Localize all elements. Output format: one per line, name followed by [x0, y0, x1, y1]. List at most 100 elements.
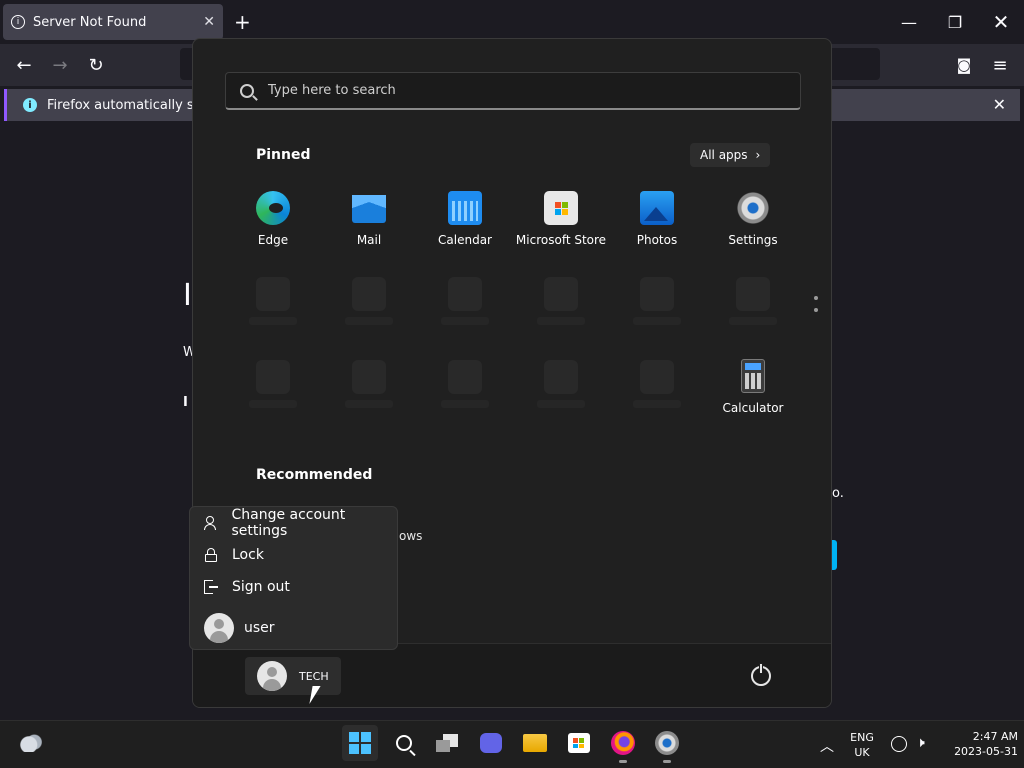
pinned-app-edge[interactable]: Edge	[225, 191, 321, 247]
pinned-placeholder-label	[633, 317, 681, 325]
avatar	[257, 661, 287, 691]
app-label: Calculator	[722, 401, 784, 415]
pinned-placeholder	[448, 360, 482, 394]
pinned-placeholder-label	[345, 317, 393, 325]
new-tab-button[interactable]: +	[234, 10, 251, 34]
language-code: ENG	[850, 731, 874, 744]
pinned-app-calendar[interactable]: Calendar	[417, 191, 513, 247]
page-indicator[interactable]	[814, 296, 820, 320]
pinned-placeholder	[736, 277, 770, 311]
sign-out-item[interactable]: Sign out	[190, 572, 399, 602]
settings-taskbar-icon[interactable]	[652, 728, 682, 758]
clock[interactable]: 2:47 AM 2023-05-31	[942, 729, 1018, 759]
task-view-icon[interactable]	[432, 728, 462, 758]
close-window-button[interactable]: ✕	[978, 0, 1024, 44]
pinned-app-calculator[interactable]: Calculator	[705, 359, 801, 415]
menu-item-label: Change account settings	[231, 507, 346, 539]
windows-icon	[349, 732, 371, 754]
firefox-icon[interactable]	[608, 728, 638, 758]
pinned-placeholder-label	[633, 400, 681, 408]
chevron-right-icon: ›	[755, 148, 761, 162]
chat-icon[interactable]	[476, 728, 506, 758]
mail-icon	[352, 195, 386, 223]
restore-button[interactable]: ❐	[932, 0, 978, 44]
account-settings-icon	[204, 516, 217, 530]
lock-icon	[204, 548, 218, 562]
pinned-placeholder	[640, 277, 674, 311]
close-tab-icon[interactable]: ✕	[203, 14, 215, 30]
switch-user-item[interactable]: user	[204, 613, 275, 643]
app-label: Photos	[636, 233, 678, 247]
clock-time: 2:47 AM	[972, 730, 1018, 743]
page-heading-fragment: I	[183, 278, 192, 313]
user-account-button[interactable]: TECH	[245, 657, 341, 695]
menu-item-label: Lock	[232, 547, 264, 563]
sign-out-icon	[204, 580, 218, 594]
pocket-icon[interactable]: ◙	[951, 52, 977, 78]
recommended-title: Recommended	[256, 467, 373, 483]
menu-icon[interactable]: ≡	[987, 52, 1013, 78]
running-indicator	[619, 760, 627, 763]
close-notification-icon[interactable]: ✕	[993, 95, 1006, 114]
pinned-app-mail[interactable]: Mail	[321, 191, 417, 247]
change-account-settings-item[interactable]: Change account settings	[190, 507, 399, 539]
menu-item-label: Sign out	[232, 579, 290, 595]
page-button-fragment	[832, 540, 837, 570]
volume-muted-icon[interactable]: 🕨	[916, 735, 925, 751]
lock-item[interactable]: Lock	[190, 540, 399, 570]
clock-date: 2023-05-31	[954, 745, 1018, 758]
app-label: Microsoft Store	[515, 233, 607, 247]
region-code: UK	[854, 746, 870, 759]
pinned-placeholder	[352, 360, 386, 394]
pinned-placeholder-label	[537, 317, 585, 325]
pinned-placeholder	[448, 277, 482, 311]
user-button-label: TECH	[299, 669, 329, 683]
tab-title: Server Not Found	[33, 14, 147, 30]
pinned-placeholder	[544, 360, 578, 394]
page-text-fragment: o.	[832, 486, 844, 501]
info-icon: i	[23, 98, 37, 112]
pinned-placeholder	[640, 360, 674, 394]
pinned-placeholder-label	[249, 400, 297, 408]
recommended-item-fragment[interactable]: ows	[399, 529, 422, 543]
app-label: Settings	[728, 233, 778, 247]
pinned-placeholder-label	[441, 317, 489, 325]
search-input[interactable]: Type here to search	[225, 72, 801, 110]
pinned-placeholder	[256, 277, 290, 311]
forward-button[interactable]: →	[47, 52, 73, 78]
avatar	[204, 613, 234, 643]
settings-icon	[736, 191, 770, 225]
pinned-placeholder	[544, 277, 578, 311]
photos-icon	[640, 191, 674, 225]
store-taskbar-icon[interactable]	[564, 728, 594, 758]
info-icon: i	[11, 15, 25, 29]
language-indicator[interactable]: ENG UK	[846, 730, 878, 760]
pinned-placeholder-label	[249, 317, 297, 325]
pinned-app-photos[interactable]: Photos	[609, 191, 705, 247]
weather-icon[interactable]	[16, 728, 46, 758]
search-placeholder: Type here to search	[268, 83, 396, 98]
app-label: Mail	[356, 233, 382, 247]
start-button[interactable]	[342, 725, 378, 761]
reload-button[interactable]: ↻	[83, 52, 109, 78]
tab-server-not-found[interactable]: i Server Not Found ✕	[3, 4, 223, 40]
pinned-placeholder-label	[345, 400, 393, 408]
user-label: user	[244, 620, 275, 636]
search-icon	[240, 83, 254, 98]
pinned-app-settings[interactable]: Settings	[705, 191, 801, 247]
power-icon[interactable]	[751, 663, 771, 686]
all-apps-button[interactable]: All apps ›	[690, 143, 771, 167]
calendar-icon	[448, 191, 482, 225]
taskbar-search-icon[interactable]	[389, 728, 419, 758]
running-indicator	[663, 760, 671, 763]
page-text-fragment: I	[183, 395, 188, 410]
minimize-button[interactable]: —	[886, 0, 932, 44]
file-explorer-icon[interactable]	[520, 728, 550, 758]
pinned-placeholder-label	[729, 317, 777, 325]
network-icon[interactable]	[891, 736, 907, 752]
pinned-placeholder-label	[537, 400, 585, 408]
back-button[interactable]: ←	[11, 52, 37, 78]
app-label: Edge	[257, 233, 289, 247]
pinned-app-microsoft-store[interactable]: Microsoft Store	[513, 191, 609, 247]
chevron-up-icon[interactable]: ︿	[820, 736, 834, 756]
